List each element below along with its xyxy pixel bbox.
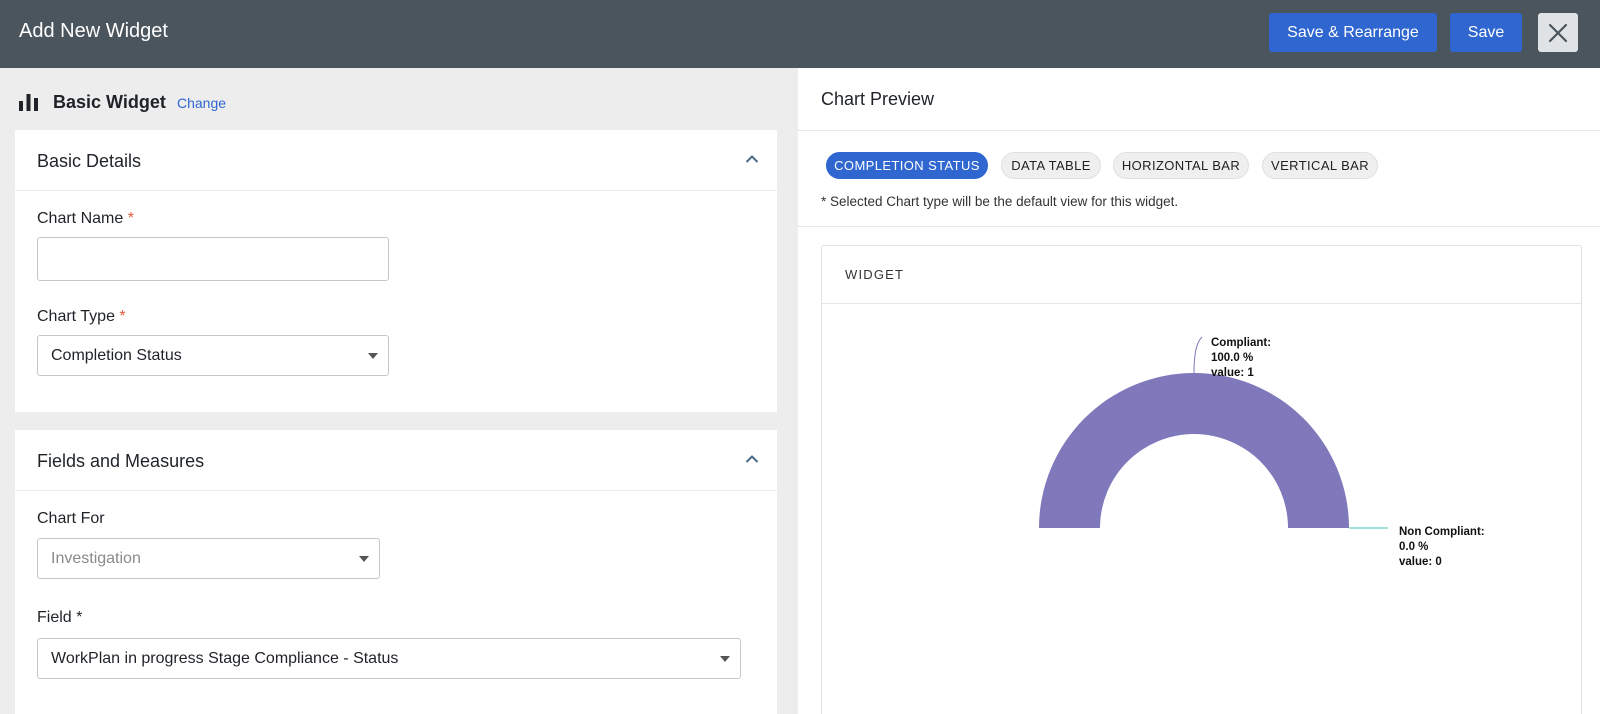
chevron-up-icon[interactable] bbox=[745, 154, 759, 164]
field-label: Field * bbox=[37, 609, 83, 626]
chart-preview-panel: Chart Preview COMPLETION STATUS DATA TAB… bbox=[798, 68, 1600, 714]
save-button[interactable]: Save bbox=[1450, 13, 1522, 52]
fields-measures-title: Fields and Measures bbox=[37, 451, 205, 471]
compliant-label-value: value: 1 bbox=[1211, 367, 1254, 379]
compliant-label: Compliant: 100.0 % value: 1 bbox=[1211, 337, 1274, 379]
field-select[interactable]: WorkPlan in progress Stage Compliance - … bbox=[37, 638, 741, 679]
chart-for-label: Chart For bbox=[37, 510, 105, 527]
close-button[interactable] bbox=[1538, 13, 1578, 52]
default-view-note: * Selected Chart type will be the defaul… bbox=[821, 194, 1179, 209]
top-bar: Add New Widget Save & Rearrange Save bbox=[0, 0, 1600, 68]
chip-completion-status[interactable]: COMPLETION STATUS bbox=[826, 152, 988, 179]
caret-down-icon bbox=[720, 656, 730, 662]
bar-chart-icon bbox=[19, 94, 38, 111]
basic-details-header[interactable]: Basic Details bbox=[15, 130, 777, 191]
chart-type-value: Completion Status bbox=[51, 347, 182, 364]
non-compliant-label-percent: 0.0 % bbox=[1399, 541, 1428, 553]
caret-down-icon bbox=[359, 556, 369, 562]
chart-name-label: Chart Name * bbox=[37, 210, 134, 227]
compliant-label-percent: 100.0 % bbox=[1211, 352, 1253, 364]
chart-type-select[interactable]: Completion Status bbox=[37, 335, 389, 376]
widget-config-panel: Basic Widget Change Basic Details Chart … bbox=[0, 68, 798, 714]
chart-type-label: Chart Type * bbox=[37, 308, 126, 325]
change-widget-type-link[interactable]: Change bbox=[177, 95, 226, 111]
compliant-label-name: Compliant: bbox=[1211, 337, 1271, 349]
caret-down-icon bbox=[368, 353, 378, 359]
widget-preview-box: WIDGET Compliant: 100.0 % value: 1 Non C… bbox=[821, 245, 1582, 714]
compliant-slice[interactable] bbox=[1039, 373, 1349, 528]
divider bbox=[798, 130, 1600, 131]
fields-measures-card: Fields and Measures Chart For Investigat… bbox=[15, 430, 777, 714]
chart-name-input[interactable] bbox=[37, 237, 389, 281]
chip-horizontal-bar[interactable]: HORIZONTAL BAR bbox=[1113, 152, 1249, 179]
required-marker: * bbox=[127, 210, 134, 227]
completion-status-chart: Compliant: 100.0 % value: 1 Non Complian… bbox=[1039, 336, 1488, 568]
close-icon bbox=[1548, 23, 1568, 42]
non-compliant-label: Non Compliant: 0.0 % value: 0 bbox=[1399, 526, 1488, 568]
chevron-up-icon[interactable] bbox=[745, 454, 759, 464]
chip-data-table[interactable]: DATA TABLE bbox=[1001, 152, 1101, 179]
chip-vertical-bar[interactable]: VERTICAL BAR bbox=[1262, 152, 1378, 179]
non-compliant-label-value: value: 0 bbox=[1399, 556, 1442, 568]
required-marker: * bbox=[119, 308, 126, 325]
non-compliant-label-name: Non Compliant: bbox=[1399, 526, 1485, 538]
chart-preview-title: Chart Preview bbox=[821, 89, 935, 109]
divider bbox=[798, 226, 1600, 227]
compliant-leader-line bbox=[1193, 336, 1203, 374]
basic-details-card: Basic Details Chart Name * Chart Type * … bbox=[15, 130, 777, 412]
basic-details-title: Basic Details bbox=[37, 151, 142, 171]
dialog-title: Add New Widget bbox=[19, 20, 168, 42]
field-value: WorkPlan in progress Stage Compliance - … bbox=[51, 650, 399, 667]
chart-for-value: Investigation bbox=[51, 550, 141, 567]
save-and-rearrange-button[interactable]: Save & Rearrange bbox=[1269, 13, 1437, 52]
widget-type-title: Basic Widget bbox=[53, 92, 166, 112]
fields-measures-header[interactable]: Fields and Measures bbox=[15, 430, 777, 491]
chart-for-select[interactable]: Investigation bbox=[37, 538, 380, 579]
